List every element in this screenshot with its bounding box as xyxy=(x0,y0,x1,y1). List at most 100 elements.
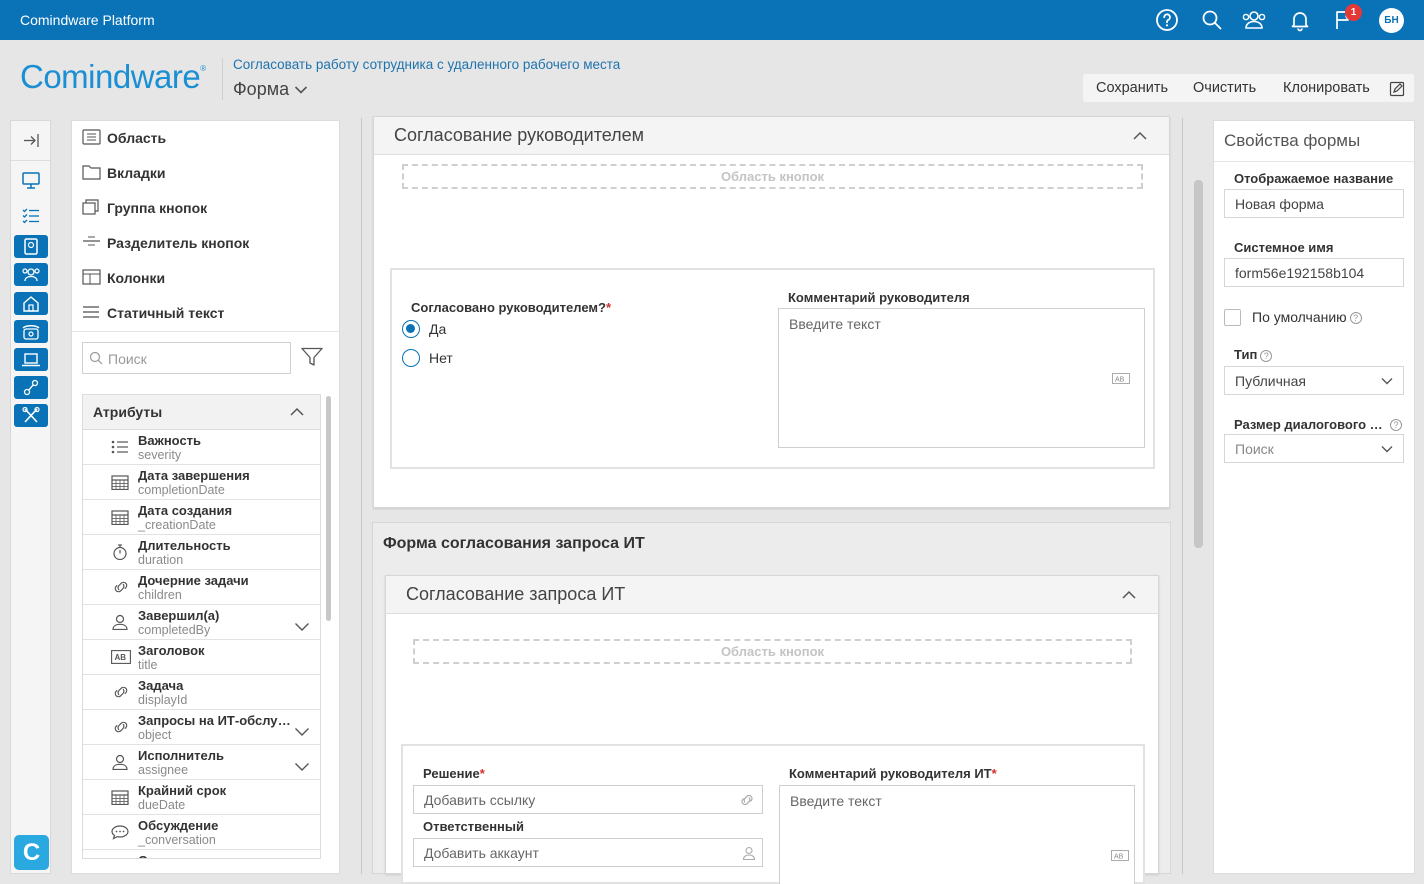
default-checkbox-label: По умолчанию? xyxy=(1252,309,1362,325)
attribute-row[interactable]: Обсуждение _conversation xyxy=(83,815,320,850)
chevron-down-icon[interactable] xyxy=(294,722,310,741)
calendar-icon xyxy=(111,474,129,494)
type-label: Тип? xyxy=(1234,347,1273,362)
platform-title: Comindware Platform xyxy=(20,12,155,28)
responsible-field[interactable]: Добавить аккаунт xyxy=(413,838,763,867)
it-comment-label-text: Комментарий руководителя ИТ xyxy=(789,766,992,781)
attribute-row[interactable]: Запросы на ИТ-обслуживаниеobject xyxy=(83,710,320,745)
link-icon xyxy=(111,719,131,739)
attribute-row[interactable]: Исполнитель assignee xyxy=(83,745,320,780)
chevron-up-icon[interactable] xyxy=(1122,590,1136,599)
list-icon xyxy=(111,439,129,459)
help-icon[interactable]: ? xyxy=(1390,418,1402,431)
link-icon xyxy=(741,794,753,806)
chevron-up-icon[interactable] xyxy=(1133,131,1147,140)
connection-icon[interactable] xyxy=(14,376,48,399)
palette-item-label: Область xyxy=(107,130,167,146)
approval-question-label: Согласовано руководителем?* xyxy=(411,300,611,315)
tools-icon[interactable] xyxy=(14,404,48,427)
users-icon[interactable] xyxy=(1241,8,1266,32)
required-mark: * xyxy=(991,766,997,781)
panel-title: Согласование руководителем xyxy=(394,125,645,145)
default-label-text: По умолчанию xyxy=(1252,309,1347,325)
help-icon[interactable]: ? xyxy=(1260,349,1273,362)
edit-icon[interactable] xyxy=(1389,81,1405,101)
radio-no[interactable] xyxy=(402,349,420,367)
attribute-system-name: completedBy xyxy=(138,623,211,637)
attribute-row[interactable]: Важность severity xyxy=(83,430,320,465)
fields-container: Согласовано руководителем?* Да Нет Комме… xyxy=(390,268,1155,469)
breadcrumb[interactable]: Согласовать работу сотрудника с удаленно… xyxy=(233,57,620,72)
decision-label: Решение* xyxy=(423,766,485,781)
palette-divider xyxy=(72,331,339,332)
attribute-row[interactable]: Длительность duration xyxy=(83,535,320,570)
search-icon[interactable] xyxy=(1200,8,1224,32)
manager-comment-field[interactable]: Введите текст AB xyxy=(778,308,1145,448)
attribute-row[interactable]: Задача displayId xyxy=(83,675,320,710)
help-icon[interactable]: ? xyxy=(1349,312,1362,325)
display-name-field[interactable]: Новая форма xyxy=(1224,189,1404,218)
clone-button[interactable]: Клонировать xyxy=(1283,80,1370,96)
bell-icon[interactable] xyxy=(1288,8,1312,32)
search-input[interactable]: Поиск xyxy=(82,342,291,374)
attribute-row[interactable]: Завершил(а) completedBy xyxy=(83,605,320,640)
attribute-row[interactable]: AB Заголовок title xyxy=(83,640,320,675)
laptop-icon[interactable] xyxy=(14,348,48,371)
button-area[interactable]: Область кнопок xyxy=(413,639,1132,664)
attribute-label: Длительность xyxy=(138,538,231,553)
attribute-system-name: completionDate xyxy=(138,483,225,497)
clear-button[interactable]: Очистить xyxy=(1193,80,1256,96)
stopwatch-icon xyxy=(111,544,129,564)
tablet-icon[interactable] xyxy=(14,235,48,258)
panel-header[interactable]: Согласование запроса ИТ xyxy=(386,576,1158,614)
filter-icon[interactable] xyxy=(301,347,323,371)
chevron-down-icon[interactable] xyxy=(294,617,310,636)
chevron-down-icon[interactable] xyxy=(294,757,310,776)
palette-item-label: Статичный текст xyxy=(107,305,225,321)
dialog-size-select[interactable]: Поиск xyxy=(1224,434,1404,463)
it-manager-comment-field[interactable]: Введите текст AB xyxy=(779,785,1135,884)
attributes-header[interactable]: Атрибуты xyxy=(83,395,320,430)
avatar[interactable]: БН xyxy=(1379,8,1404,33)
attribute-row[interactable]: Дочерние задачи children xyxy=(83,570,320,605)
phone-icon[interactable] xyxy=(14,320,48,343)
home-icon[interactable] xyxy=(14,292,48,315)
system-name-value: form56e192158b104 xyxy=(1235,265,1365,281)
type-label-text: Тип xyxy=(1234,347,1258,362)
text-ab-icon: AB xyxy=(111,649,131,668)
system-name-field[interactable]: form56e192158b104 xyxy=(1224,258,1404,287)
required-mark: * xyxy=(605,300,612,315)
button-area[interactable]: Область кнопок xyxy=(402,164,1143,189)
comindware-app-icon[interactable]: C xyxy=(14,835,49,870)
attribute-row[interactable]: Ожидаемая дата завершения xyxy=(83,850,320,858)
panel-header[interactable]: Согласование руководителем xyxy=(374,117,1169,155)
system-name-label: Системное имя xyxy=(1234,240,1334,255)
save-button[interactable]: Сохранить xyxy=(1096,80,1168,96)
decision-placeholder: Добавить ссылку xyxy=(424,792,536,808)
canvas-divider-right xyxy=(1182,118,1183,874)
area-icon xyxy=(82,129,101,145)
decision-field[interactable]: Добавить ссылку xyxy=(413,785,763,814)
attribute-row[interactable]: Крайний срок dueDate xyxy=(83,780,320,815)
attribute-system-name: object xyxy=(138,728,172,742)
attribute-label: Завершил(а) xyxy=(138,608,220,623)
default-checkbox[interactable] xyxy=(1224,309,1241,326)
checklist-icon[interactable] xyxy=(14,204,48,227)
team-icon[interactable] xyxy=(14,263,48,286)
canvas-scrollbar[interactable] xyxy=(1194,180,1203,548)
form-selector[interactable]: Форма xyxy=(233,79,308,100)
canvas-divider-left xyxy=(361,118,362,874)
help-icon[interactable] xyxy=(1155,8,1179,32)
radio-yes[interactable] xyxy=(402,320,420,338)
top-bar: Comindware Platform 1 БН xyxy=(0,0,1424,40)
palette-scrollbar[interactable] xyxy=(326,396,331,621)
collapse-icon[interactable] xyxy=(14,129,48,152)
logo-text: Comindware xyxy=(20,58,201,95)
type-select[interactable]: Публичная xyxy=(1224,366,1404,395)
manager-comment-label: Комментарий руководителя xyxy=(788,290,970,305)
attribute-row[interactable]: Дата создания _creationDate xyxy=(83,500,320,535)
monitor-icon[interactable] xyxy=(14,169,48,192)
panel-title: Согласование запроса ИТ xyxy=(406,584,626,604)
attribute-row[interactable]: Дата завершения completionDate xyxy=(83,465,320,500)
panel-it-approval: Согласование запроса ИТ Область кнопок Р… xyxy=(385,575,1159,884)
